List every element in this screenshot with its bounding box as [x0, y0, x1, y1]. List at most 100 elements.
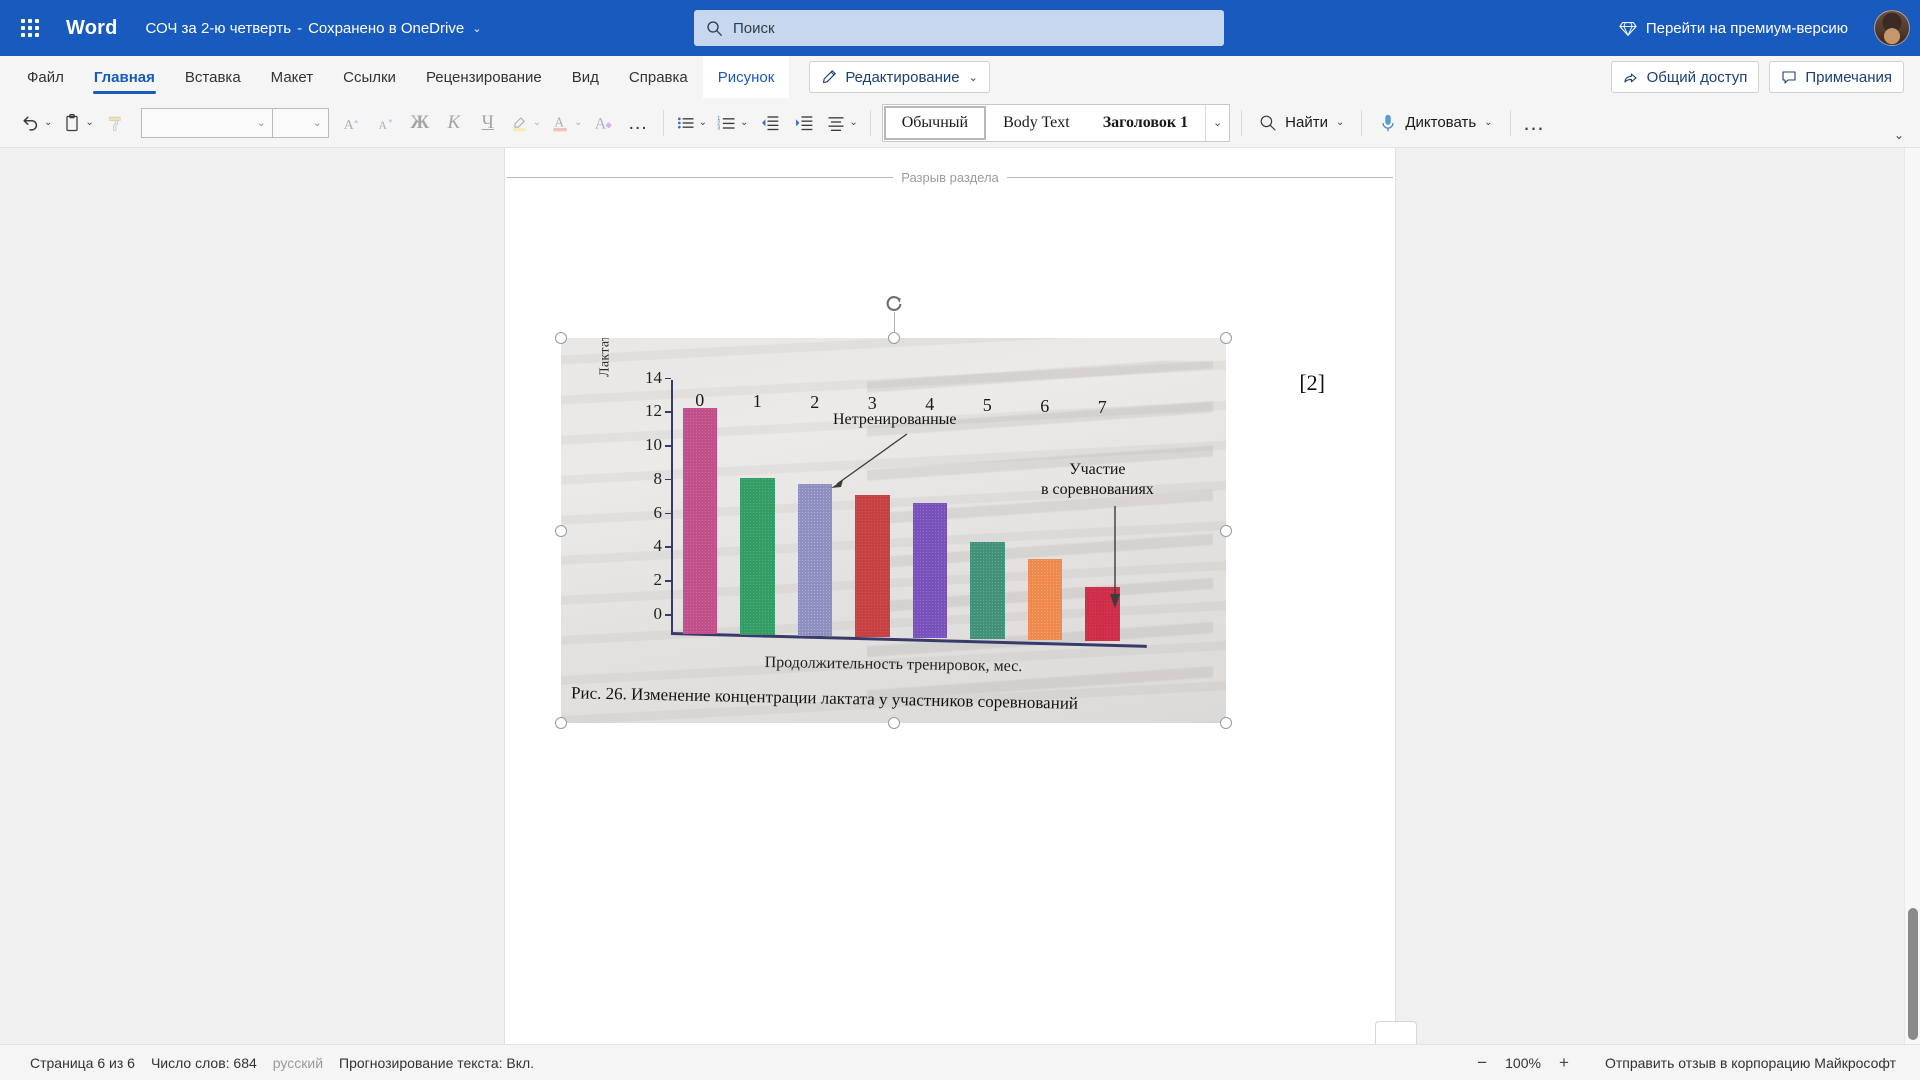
resize-handle-bottom-center[interactable]	[887, 717, 900, 729]
toolbar-divider	[1241, 109, 1243, 136]
titlebar-right-group: Перейти на премиум-версию	[1609, 10, 1910, 46]
style-body-text[interactable]: Body Text	[987, 105, 1087, 141]
avatar[interactable]	[1874, 10, 1910, 46]
decrease-indent-button[interactable]	[753, 105, 787, 141]
indent-icon	[796, 115, 813, 130]
resize-handle-top-left[interactable]	[555, 332, 567, 344]
underline-label: Ч	[481, 111, 494, 133]
chart-y-tick: 4	[654, 536, 672, 556]
tab-review[interactable]: Рецензирование	[411, 56, 557, 98]
chevron-down-icon: ⌄	[968, 71, 978, 84]
diamond-icon	[1619, 22, 1637, 37]
chevron-down-icon: ⌄	[1893, 128, 1904, 142]
title-separator: -	[297, 19, 303, 37]
collapse-ribbon-button[interactable]: ⌄	[1888, 126, 1910, 144]
format-painter-button[interactable]	[99, 105, 133, 141]
rotate-handle[interactable]	[884, 294, 904, 314]
chevron-down-icon: ⌄	[472, 22, 482, 35]
language-status[interactable]: русский	[265, 1052, 331, 1074]
tab-references-label: Ссылки	[343, 68, 396, 86]
chart-x-tick: 7	[1097, 396, 1107, 417]
zoom-out-button[interactable]: −	[1469, 1050, 1495, 1076]
font-name-combobox[interactable]: ⌄	[140, 107, 273, 138]
tab-view[interactable]: Вид	[557, 56, 614, 98]
send-feedback-button[interactable]: Отправить отзыв в корпорацию Майкрософт	[1597, 1052, 1904, 1074]
increase-indent-button[interactable]	[787, 105, 821, 141]
zoom-level[interactable]: 100%	[1499, 1052, 1547, 1074]
chart-annotation-arrow-untrained	[831, 433, 908, 488]
chart-bar	[1027, 559, 1062, 640]
editing-mode-dropdown[interactable]: Редактирование ⌄	[809, 61, 990, 93]
share-button[interactable]: Общий доступ	[1610, 61, 1760, 93]
rotation-stem	[893, 312, 895, 334]
undo-button[interactable]: ⌄	[14, 105, 57, 141]
grow-font-button[interactable]: A	[335, 105, 369, 141]
title-bar: Word СОЧ за 2-ю четверть - Сохранено в O…	[0, 0, 1920, 56]
text-prediction-status[interactable]: Прогнозирование текста: Вкл.	[331, 1052, 542, 1074]
underline-button[interactable]: Ч	[471, 105, 505, 141]
chart-bar	[740, 477, 775, 636]
word-count[interactable]: Число слов: 684	[143, 1052, 265, 1074]
upgrade-premium-label: Перейти на премиум-версию	[1645, 19, 1848, 37]
font-color-button[interactable]: A ⌄	[546, 105, 587, 141]
tab-help[interactable]: Справка	[614, 56, 703, 98]
document-page[interactable]: Разрыв раздела [2] Лактат крови, ммоль	[504, 148, 1417, 1044]
highlight-button[interactable]: ⌄	[505, 105, 546, 141]
resize-handle-bottom-left[interactable]	[555, 717, 567, 729]
resize-handle-middle-left[interactable]	[555, 524, 567, 537]
save-state-label: Сохранено в OneDrive	[308, 19, 465, 37]
numbering-button[interactable]: 1 2 3 ⌄	[712, 105, 753, 141]
more-font-options-label: …	[627, 111, 650, 134]
app-name[interactable]: Word	[66, 17, 118, 40]
rotate-icon	[886, 296, 901, 311]
tab-file[interactable]: Файл	[12, 56, 79, 98]
upgrade-premium-button[interactable]: Перейти на премиум-версию	[1609, 12, 1858, 44]
chart-y-tick: 10	[645, 435, 671, 455]
section-break-line-left	[507, 177, 894, 178]
clear-formatting-button[interactable]: A	[588, 105, 622, 141]
paste-button[interactable]: ⌄	[57, 105, 98, 141]
resize-handle-middle-right[interactable]	[1220, 524, 1232, 537]
resize-handle-bottom-right[interactable]	[1220, 717, 1232, 729]
tab-references[interactable]: Ссылки	[328, 56, 411, 98]
scrollbar-thumb[interactable]	[1908, 908, 1918, 1040]
chevron-down-icon: ⌄	[739, 117, 749, 128]
grow-font-icon: A	[343, 116, 358, 132]
document-canvas[interactable]: Разрыв раздела [2] Лактат крови, ммоль	[0, 148, 1920, 1044]
resize-handle-top-right[interactable]	[1220, 332, 1232, 344]
tab-home[interactable]: Главная	[79, 56, 170, 98]
zoom-in-button[interactable]: +	[1551, 1050, 1577, 1076]
document-title-button[interactable]: СОЧ за 2-ю четверть - Сохранено в OneDri…	[140, 15, 488, 42]
align-button[interactable]: ⌄	[821, 105, 862, 141]
tab-home-label: Главная	[93, 68, 155, 86]
find-button[interactable]: Найти ⌄	[1249, 105, 1354, 141]
tab-insert[interactable]: Вставка	[170, 56, 256, 98]
app-launcher-button[interactable]	[8, 6, 52, 50]
footer-edit-box[interactable]	[1375, 1021, 1417, 1044]
search-input[interactable]: Поиск	[694, 10, 1224, 46]
vertical-scrollbar[interactable]	[1904, 148, 1920, 1044]
tab-layout[interactable]: Макет	[256, 56, 328, 98]
bold-button[interactable]: Ж	[403, 105, 437, 141]
page-status[interactable]: Страница 6 из 6	[22, 1052, 143, 1074]
chart-bar	[912, 502, 947, 638]
bullets-button[interactable]: ⌄	[671, 105, 712, 141]
font-size-combobox[interactable]: ⌄	[272, 107, 329, 138]
more-font-options-button[interactable]: …	[622, 105, 656, 141]
italic-button[interactable]: К	[437, 105, 471, 141]
style-heading-1[interactable]: Заголовок 1	[1087, 105, 1205, 141]
selected-image[interactable]: Лактат крови, ммоль • л-1 0 2 4 6 8 10 1…	[555, 296, 1232, 729]
shrink-font-button[interactable]: A	[369, 105, 403, 141]
status-bar-right-group: − 100% + Отправить отзыв в корпорацию Ма…	[1469, 1050, 1904, 1076]
chart-y-tick: 2	[654, 570, 672, 590]
comments-button[interactable]: Примечания	[1769, 61, 1904, 93]
tab-picture[interactable]: Рисунок	[702, 56, 790, 98]
style-normal[interactable]: Обычный	[883, 105, 987, 140]
pencil-icon	[823, 70, 837, 84]
dictate-button[interactable]: Диктовать ⌄	[1369, 105, 1502, 141]
styles-expand-button[interactable]: ⌄	[1205, 104, 1229, 141]
resize-handle-top-center[interactable]	[887, 332, 900, 344]
chart-x-axis-label: Продолжительность тренировок, мес.	[764, 653, 1023, 676]
toolbar-overflow-button[interactable]: …	[1518, 105, 1552, 141]
comment-icon	[1782, 71, 1796, 84]
